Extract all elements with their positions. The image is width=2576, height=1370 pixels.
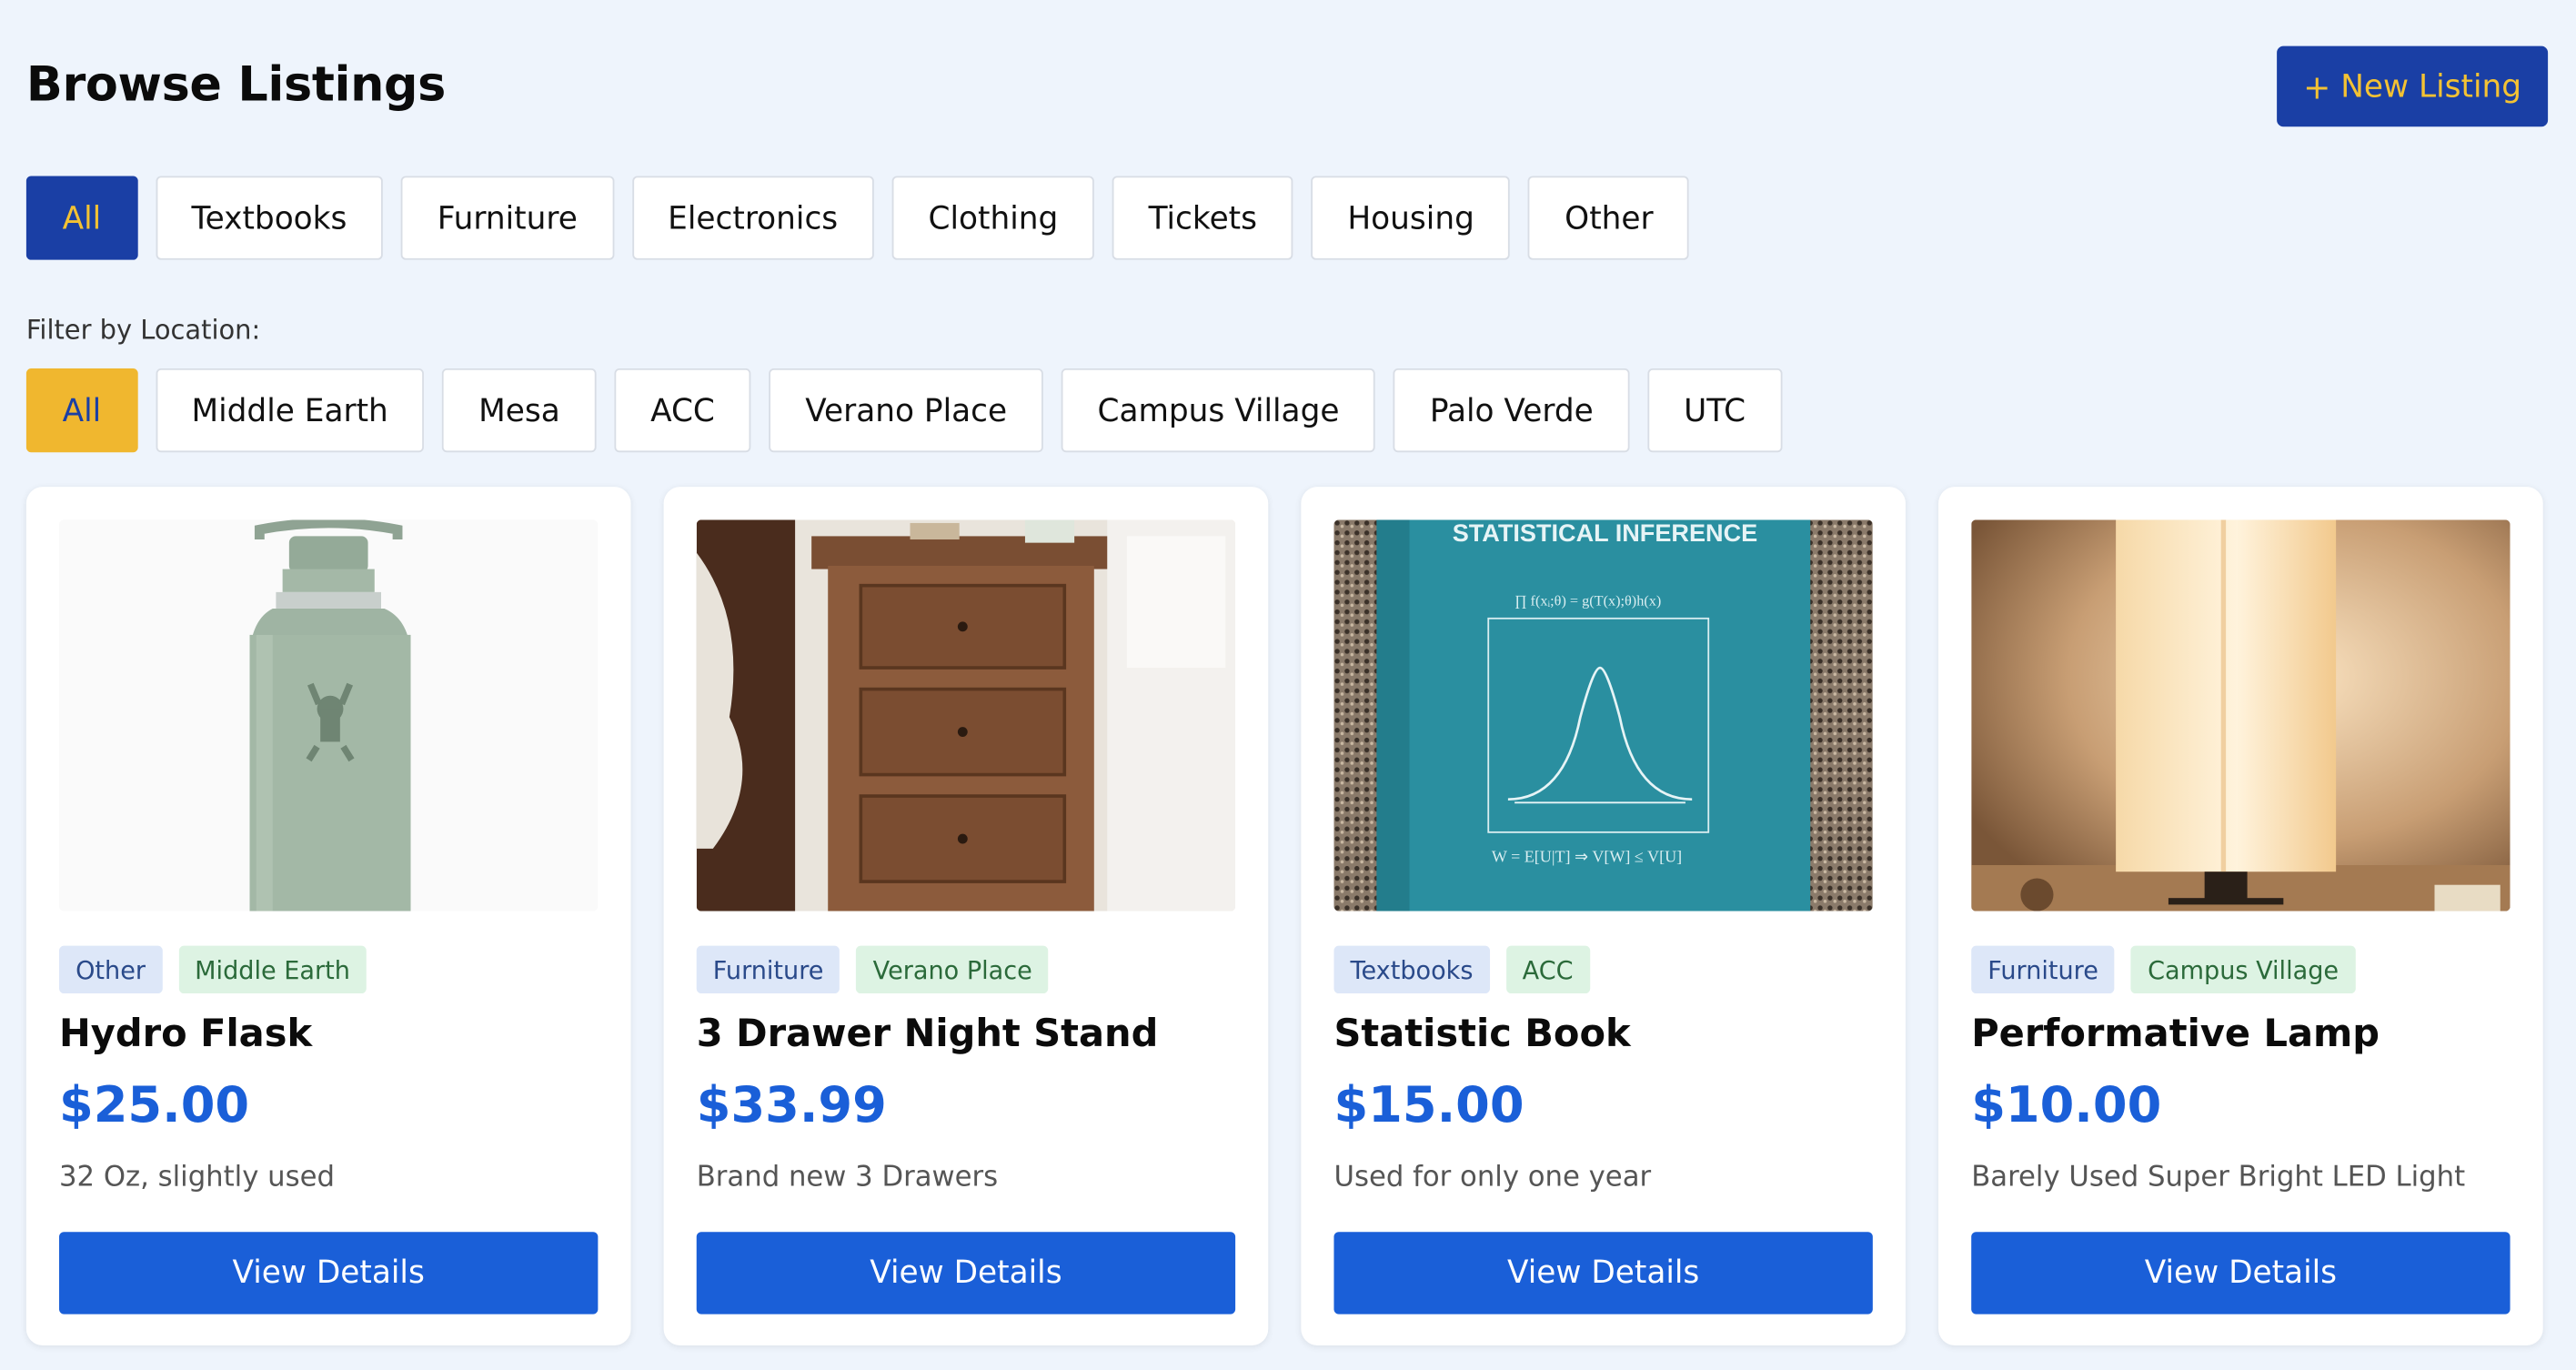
view-details-button[interactable]: View Details — [1971, 1232, 2511, 1315]
category-chip-electronics[interactable]: Electronics — [631, 176, 874, 260]
listing-description: 32 Oz, slightly used — [59, 1161, 336, 1194]
book-cover-title: STATISTICAL INFERENCE — [1453, 519, 1757, 547]
category-filter-bar: All Textbooks Furniture Electronics Clot… — [25, 176, 1690, 260]
listing-image-textbook[interactable]: STATISTICAL INFERENCE ∏ f(xᵢ;θ) = g(T(x)… — [1333, 519, 1873, 912]
category-chip-furniture[interactable]: Furniture — [401, 176, 614, 260]
location-chip-acc[interactable]: ACC — [614, 368, 751, 453]
category-chip-all[interactable]: All — [25, 176, 137, 260]
location-filter-label: Filter by Location: — [25, 314, 261, 346]
view-details-button[interactable]: View Details — [696, 1232, 1236, 1315]
location-badge: Campus Village — [2131, 945, 2356, 994]
new-listing-button[interactable]: + New Listing — [2277, 45, 2549, 127]
location-chip-campus-village[interactable]: Campus Village — [1061, 368, 1376, 453]
plus-icon: + — [2303, 66, 2331, 106]
lamp-image — [1971, 519, 2511, 912]
listing-price: $10.00 — [1971, 1077, 2162, 1135]
location-chip-utc[interactable]: UTC — [1647, 368, 1782, 453]
page-header: Browse Listings + New Listing — [25, 45, 2549, 128]
view-details-button[interactable]: View Details — [59, 1232, 599, 1315]
location-chip-all[interactable]: All — [25, 368, 137, 453]
category-badge: Other — [59, 945, 163, 994]
listing-tags: Textbooks ACC — [1333, 945, 1590, 994]
svg-text:∏ f(xᵢ;θ) = g(T(x);θ)h(x): ∏ f(xᵢ;θ) = g(T(x);θ)h(x) — [1514, 592, 1661, 609]
location-badge: ACC — [1505, 945, 1590, 994]
category-chip-tickets[interactable]: Tickets — [1112, 176, 1293, 260]
listing-title: Statistic Book — [1333, 1012, 1631, 1056]
listing-card: Furniture Campus Village Performative La… — [1938, 487, 2543, 1345]
water-bottle-image — [59, 519, 599, 912]
listing-tags: Furniture Verano Place — [696, 945, 1049, 994]
new-listing-label: New Listing — [2340, 68, 2522, 105]
listing-card: STATISTICAL INFERENCE ∏ f(xᵢ;θ) = g(T(x)… — [1301, 487, 1906, 1345]
location-filter-bar: All Middle Earth Mesa ACC Verano Place C… — [25, 368, 1782, 453]
location-chip-verano-place[interactable]: Verano Place — [769, 368, 1043, 453]
listing-title: Performative Lamp — [1971, 1012, 2380, 1056]
location-chip-palo-verde[interactable]: Palo Verde — [1394, 368, 1630, 453]
location-chip-mesa[interactable]: Mesa — [442, 368, 597, 453]
category-chip-clothing[interactable]: Clothing — [891, 176, 1095, 260]
category-badge: Furniture — [696, 945, 840, 994]
listing-price: $15.00 — [1333, 1077, 1524, 1135]
listing-description: Brand new 3 Drawers — [696, 1161, 999, 1194]
listing-grid: Other Middle Earth Hydro Flask $25.00 32… — [25, 487, 2543, 1345]
listing-tags: Other Middle Earth — [59, 945, 367, 994]
location-badge: Verano Place — [856, 945, 1049, 994]
listing-image-nightstand[interactable] — [696, 519, 1236, 912]
app-root: Browse Listings + New Listing All Textbo… — [0, 0, 2576, 1370]
listing-image-water-bottle[interactable] — [59, 519, 599, 912]
location-chip-middle-earth[interactable]: Middle Earth — [155, 368, 425, 453]
listing-title: Hydro Flask — [59, 1012, 313, 1056]
listing-card: Furniture Verano Place 3 Drawer Night St… — [663, 487, 1269, 1345]
listing-price: $33.99 — [696, 1077, 887, 1135]
listing-price: $25.00 — [59, 1077, 250, 1135]
listing-tags: Furniture Campus Village — [1971, 945, 2356, 994]
page-title: Browse Listings — [25, 55, 446, 112]
view-details-button[interactable]: View Details — [1333, 1232, 1873, 1315]
location-badge: Middle Earth — [178, 945, 367, 994]
textbook-image: STATISTICAL INFERENCE ∏ f(xᵢ;θ) = g(T(x)… — [1333, 519, 1873, 912]
nightstand-image — [696, 519, 1236, 912]
category-badge: Textbooks — [1333, 945, 1490, 994]
category-chip-textbooks[interactable]: Textbooks — [155, 176, 384, 260]
listing-description: Barely Used Super Bright LED Light — [1971, 1161, 2466, 1194]
category-chip-other[interactable]: Other — [1528, 176, 1690, 260]
listing-description: Used for only one year — [1333, 1161, 1652, 1194]
listing-image-lamp[interactable] — [1971, 519, 2511, 912]
listing-card: Other Middle Earth Hydro Flask $25.00 32… — [25, 487, 631, 1345]
svg-text:W = E[U|T] ⇒ V[W] ≤ V[U]: W = E[U|T] ⇒ V[W] ≤ V[U] — [1492, 847, 1682, 865]
category-chip-housing[interactable]: Housing — [1311, 176, 1511, 260]
category-badge: Furniture — [1971, 945, 2115, 994]
listing-title: 3 Drawer Night Stand — [696, 1012, 1159, 1056]
